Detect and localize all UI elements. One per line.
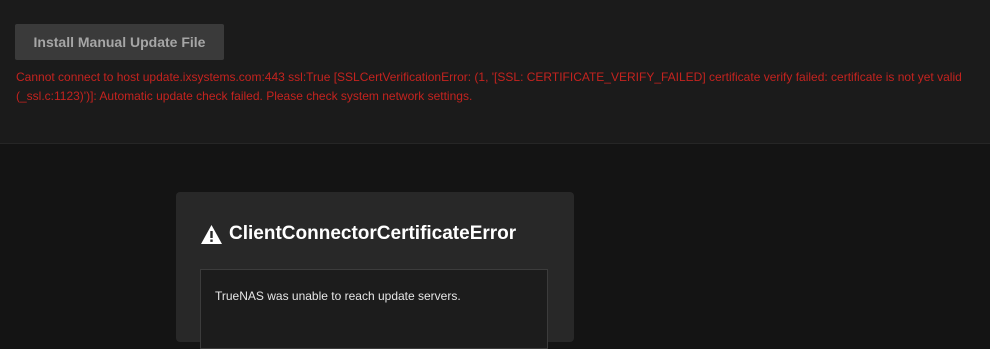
dialog-body: TrueNAS was unable to reach update serve… xyxy=(200,269,548,349)
update-panel: Install Manual Update File Cannot connec… xyxy=(0,0,990,144)
dialog-title: ClientConnectorCertificateError xyxy=(229,223,517,244)
error-dialog: ClientConnectorCertificateError TrueNAS … xyxy=(176,192,574,349)
update-error-message: Cannot connect to host update.ixsystems.… xyxy=(16,70,962,103)
dialog-message: TrueNAS was unable to reach update serve… xyxy=(215,289,461,303)
warning-icon xyxy=(200,224,223,245)
install-manual-update-button[interactable]: Install Manual Update File xyxy=(15,24,224,60)
dialog-header: ClientConnectorCertificateError xyxy=(200,222,516,246)
